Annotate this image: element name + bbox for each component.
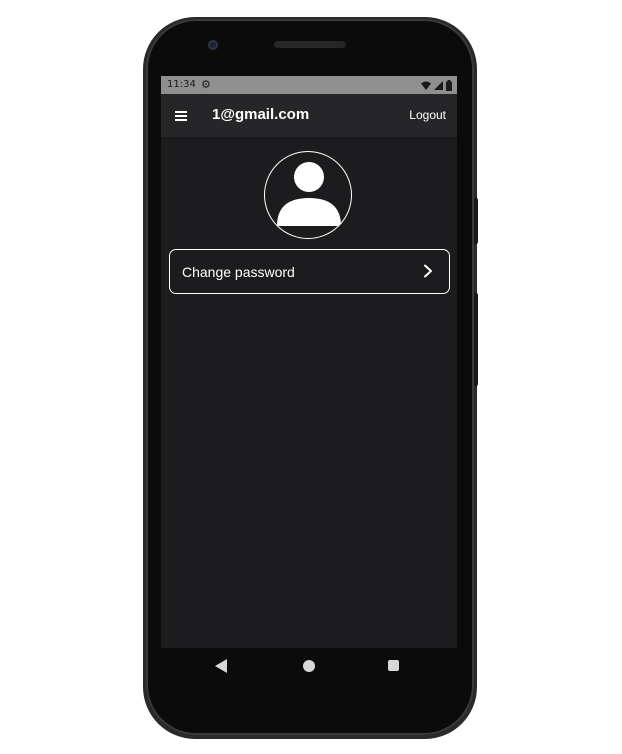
system-navigation-bar: [161, 648, 457, 684]
chevron-right-icon: [424, 264, 432, 278]
status-bar: 11:34 ⚙: [161, 76, 457, 94]
change-password-button[interactable]: Change password: [169, 249, 450, 294]
earpiece-speaker: [274, 41, 346, 48]
home-circle-icon[interactable]: [303, 660, 315, 672]
battery-icon: [446, 79, 452, 91]
back-triangle-icon[interactable]: [215, 659, 227, 673]
wifi-icon: [421, 81, 431, 90]
hamburger-menu-icon[interactable]: [171, 107, 191, 125]
signal-icon: [434, 80, 443, 90]
status-time: 11:34: [167, 79, 196, 90]
logout-button[interactable]: Logout: [409, 108, 446, 122]
power-button: [474, 198, 478, 244]
app-screen: 11:34 ⚙ 1@gmail.com Logout Change passwo…: [161, 76, 457, 648]
person-avatar-icon: [277, 162, 341, 226]
app-bar: 1@gmail.com Logout: [161, 94, 457, 137]
gear-icon: ⚙: [201, 79, 211, 91]
volume-button: [474, 293, 478, 386]
status-icons: [421, 79, 452, 91]
profile-avatar: [264, 151, 352, 239]
recents-square-icon[interactable]: [388, 660, 399, 671]
change-password-label: Change password: [182, 264, 295, 280]
page-background: 11:34 ⚙ 1@gmail.com Logout Change passwo…: [0, 0, 622, 754]
front-camera: [208, 40, 218, 50]
account-email-title: 1@gmail.com: [212, 106, 310, 123]
